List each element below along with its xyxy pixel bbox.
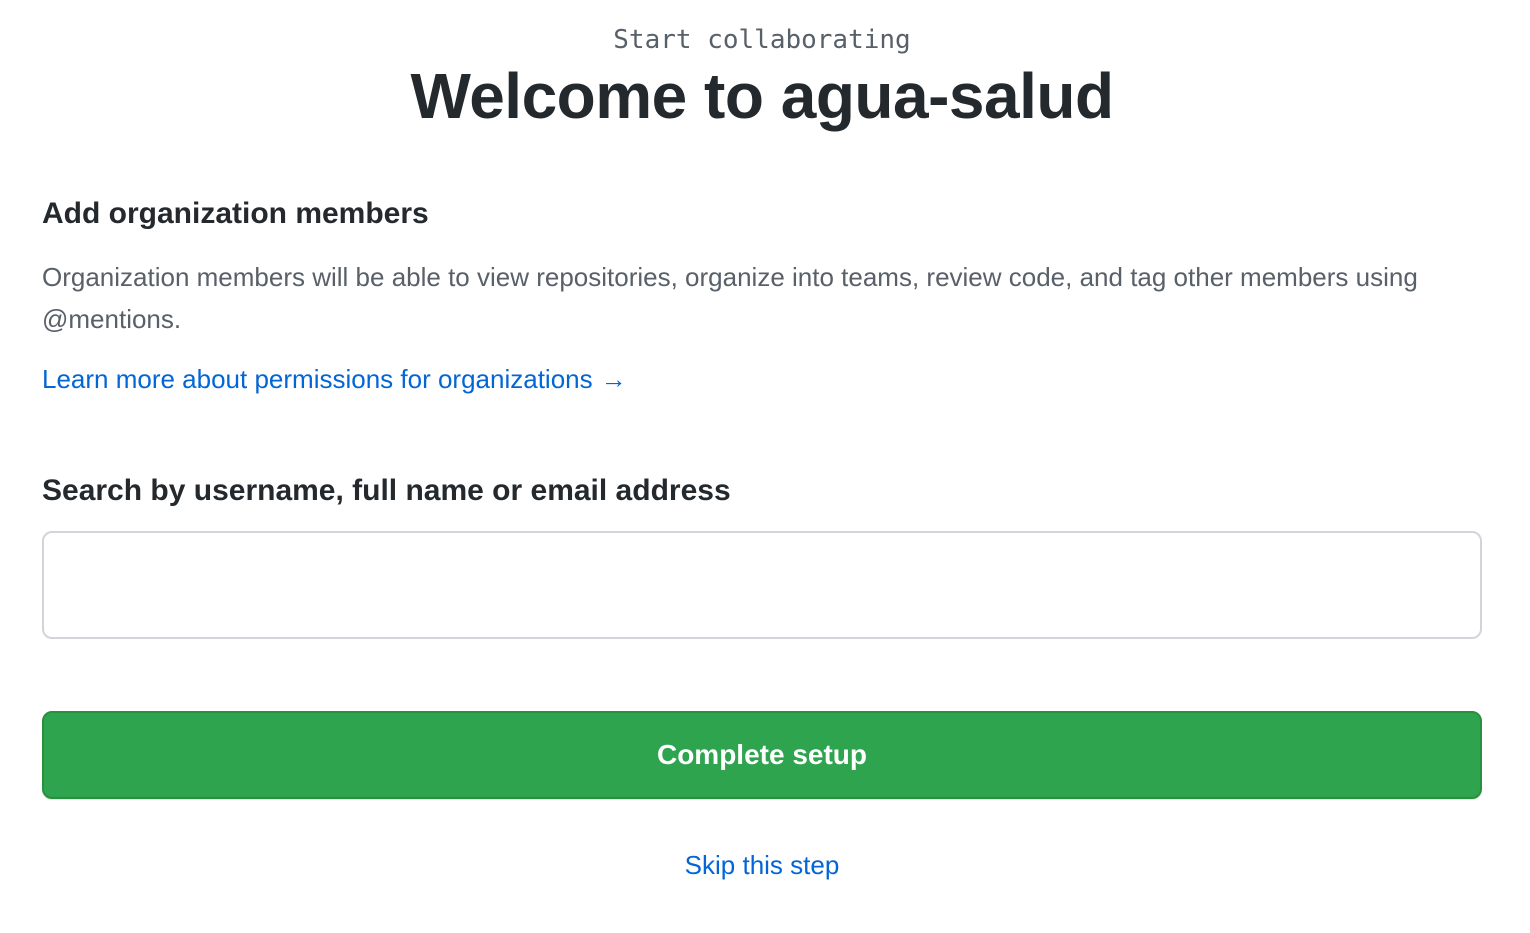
member-search-input[interactable] <box>42 531 1482 639</box>
complete-setup-button[interactable]: Complete setup <box>42 711 1482 799</box>
skip-step-container: Skip this step <box>0 848 1524 882</box>
section-description: Organization members will be able to vie… <box>42 262 1418 334</box>
arrow-right-icon: → <box>600 364 627 394</box>
section-heading: Add organization members <box>42 197 429 230</box>
learn-more-label: Learn more about permissions for organiz… <box>42 364 593 394</box>
learn-more-link[interactable]: Learn more about permissions for organiz… <box>42 361 627 397</box>
skip-step-link[interactable]: Skip this step <box>685 850 840 880</box>
search-label: Search by username, full name or email a… <box>42 474 731 507</box>
page-eyebrow: Start collaborating <box>613 25 911 55</box>
page-title: Welcome to agua-salud <box>410 60 1114 132</box>
